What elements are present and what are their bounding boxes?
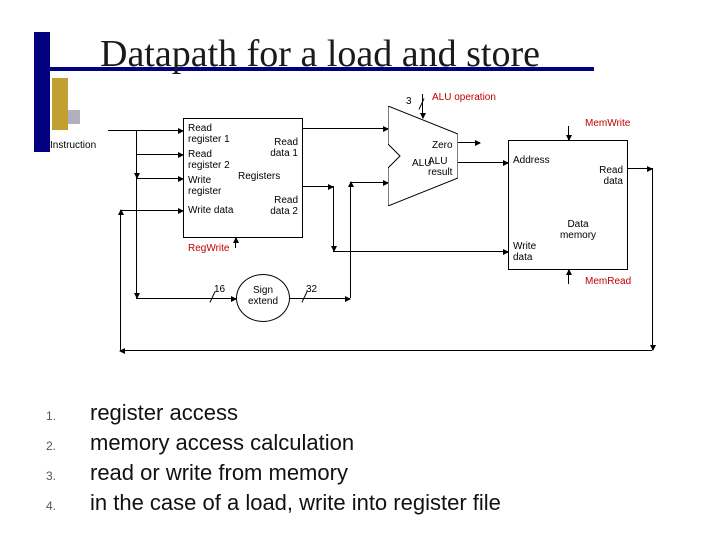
step-text: memory access calculation bbox=[90, 430, 354, 456]
wire bbox=[333, 251, 508, 252]
wire bbox=[458, 142, 480, 143]
wire bbox=[628, 168, 652, 169]
wire bbox=[652, 168, 653, 350]
step-number: 2. bbox=[40, 439, 90, 453]
wire bbox=[235, 238, 236, 248]
port-read-data1: Read data 1 bbox=[254, 137, 298, 159]
signal-regwrite: RegWrite bbox=[188, 243, 230, 254]
wire bbox=[303, 186, 333, 187]
block-registers: Read register 1 Read register 2 Write re… bbox=[183, 118, 303, 238]
step-text: in the case of a load, write into regist… bbox=[90, 490, 501, 516]
port-read-reg1: Read register 1 bbox=[188, 123, 236, 145]
label-data-memory: Data memory bbox=[553, 219, 603, 241]
wire bbox=[333, 186, 334, 251]
wire bbox=[568, 126, 569, 140]
list-item: 2. memory access calculation bbox=[40, 430, 680, 456]
bus-slash-icon bbox=[208, 293, 218, 303]
wire bbox=[136, 298, 236, 299]
wire bbox=[458, 162, 508, 163]
wire bbox=[136, 154, 183, 155]
wire bbox=[136, 130, 137, 178]
list-item: 3. read or write from memory bbox=[40, 460, 680, 486]
list-item: 4. in the case of a load, write into reg… bbox=[40, 490, 680, 516]
label-alu-op-bits: 3 bbox=[406, 96, 412, 107]
label-registers: Registers bbox=[238, 171, 280, 182]
step-number: 4. bbox=[40, 499, 90, 513]
wire bbox=[350, 182, 351, 298]
block-data-memory: Address Read data Write data Data memory bbox=[508, 140, 628, 270]
port-write-data: Write data bbox=[188, 205, 236, 216]
port-address: Address bbox=[513, 155, 550, 166]
wire bbox=[290, 298, 350, 299]
wire bbox=[136, 178, 137, 298]
signal-memwrite: MemWrite bbox=[585, 118, 630, 129]
port-read-data2: Read data 2 bbox=[254, 195, 298, 217]
label-instruction: Instruction bbox=[50, 140, 96, 151]
port-read-reg2: Read register 2 bbox=[188, 149, 236, 171]
wire bbox=[120, 210, 121, 350]
wire bbox=[120, 210, 183, 211]
steps-list: 1. register access 2. memory access calc… bbox=[40, 400, 680, 520]
datapath-diagram: Instruction Read register 1 Read registe… bbox=[80, 100, 660, 380]
port-alu-result: ALU result bbox=[428, 156, 456, 178]
signal-memread: MemRead bbox=[585, 276, 631, 287]
port-write-data-mem: Write data bbox=[513, 241, 553, 263]
port-alu-zero: Zero bbox=[432, 140, 453, 151]
wire bbox=[108, 130, 183, 131]
block-sign-extend: Sign extend bbox=[236, 274, 290, 322]
port-read-data-mem: Read data bbox=[583, 165, 623, 187]
wire bbox=[136, 178, 183, 179]
bus-slash-icon bbox=[300, 293, 310, 303]
step-number: 3. bbox=[40, 469, 90, 483]
wire bbox=[120, 350, 652, 351]
wire bbox=[350, 182, 388, 183]
wire bbox=[568, 270, 569, 284]
list-item: 1. register access bbox=[40, 400, 680, 426]
step-text: read or write from memory bbox=[90, 460, 348, 486]
page-title: Datapath for a load and store bbox=[100, 32, 540, 76]
wire bbox=[303, 128, 388, 129]
step-number: 1. bbox=[40, 409, 90, 423]
step-text: register access bbox=[90, 400, 238, 426]
label-sign-extend: Sign extend bbox=[248, 285, 278, 307]
bus-slash-icon bbox=[417, 100, 427, 110]
port-write-reg: Write register bbox=[188, 175, 236, 197]
signal-alu-operation: ALU operation bbox=[432, 92, 496, 103]
